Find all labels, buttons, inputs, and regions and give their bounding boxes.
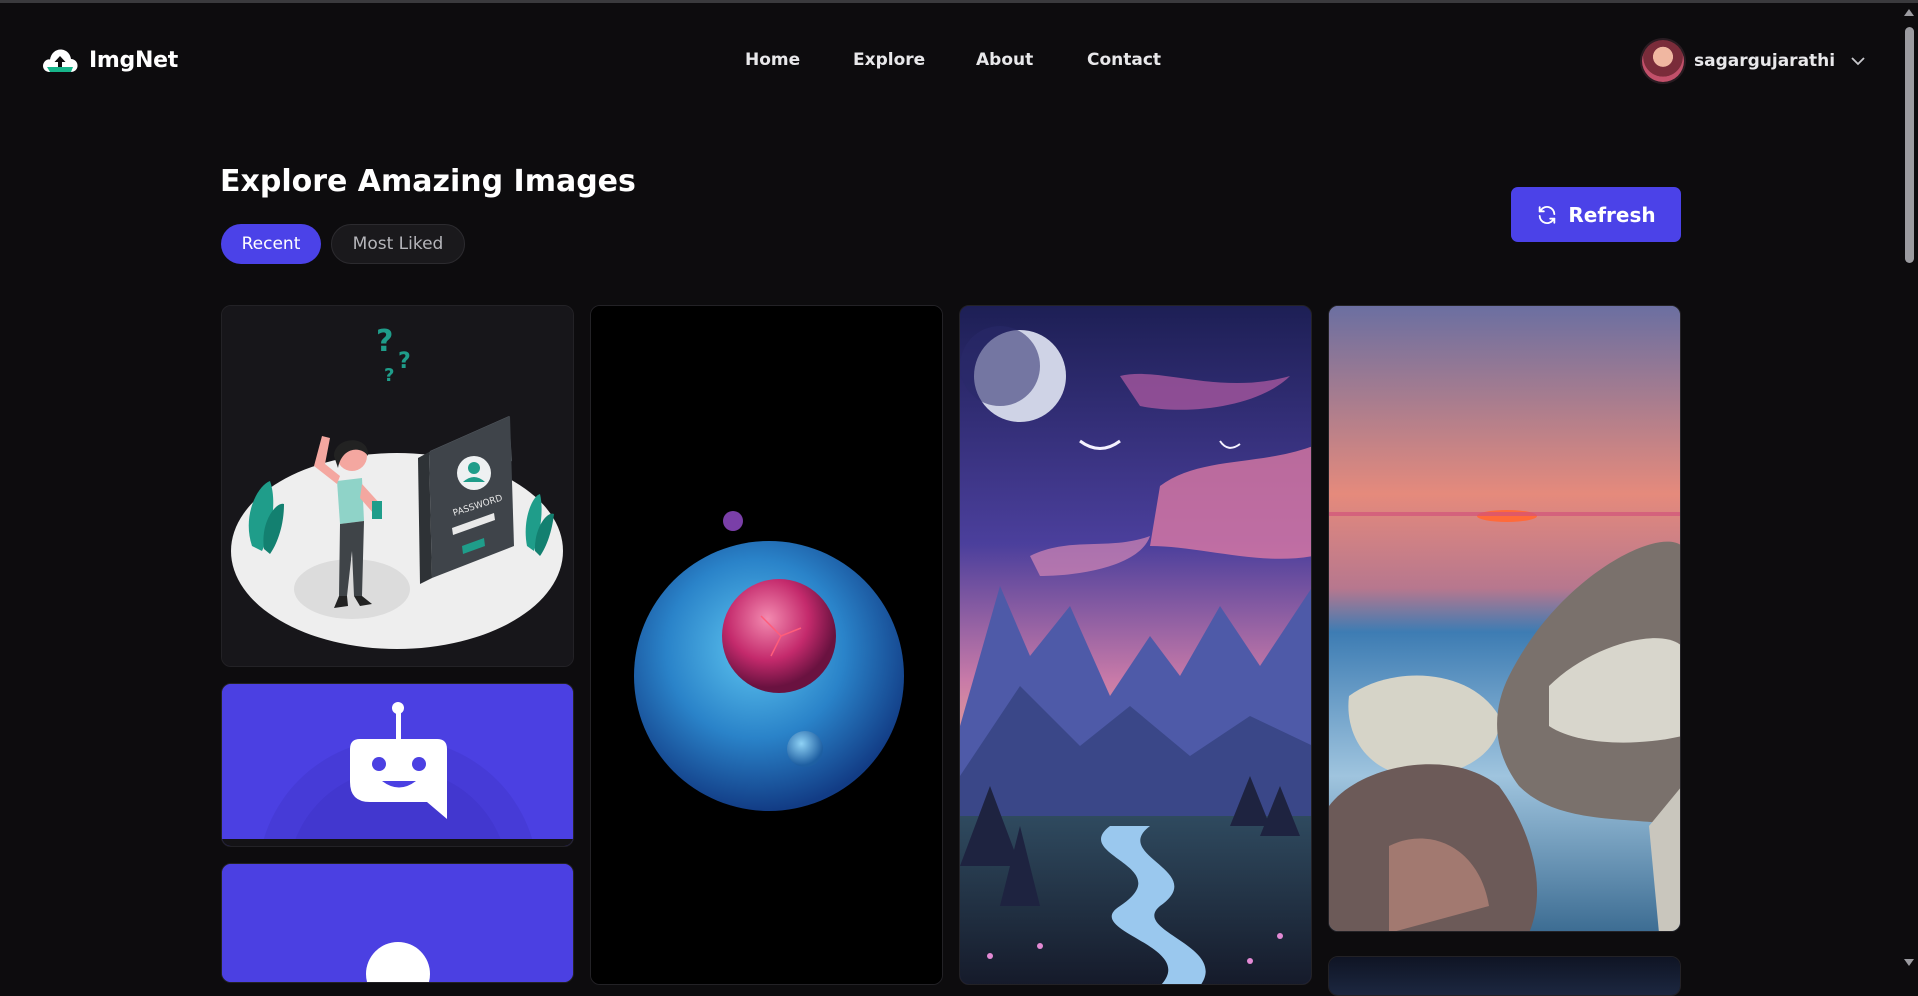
password-illustration-image: PASSWORD ? ? ? <box>222 306 573 666</box>
nav-about[interactable]: About <box>976 50 1033 70</box>
gallery-card[interactable] <box>221 683 574 847</box>
cloud-upload-icon <box>43 49 78 72</box>
page-scrollbar[interactable] <box>1900 3 1918 972</box>
planet-art-image <box>591 306 942 984</box>
refresh-button[interactable]: Refresh <box>1511 187 1681 242</box>
refresh-icon <box>1539 205 1556 224</box>
gallery-card[interactable] <box>1328 305 1681 932</box>
svg-text:?: ? <box>384 365 394 386</box>
scroll-down-icon[interactable] <box>1904 959 1914 966</box>
username: sagargujarathi <box>1694 51 1836 71</box>
scroll-thumb[interactable] <box>1905 27 1914 263</box>
svg-text:?: ? <box>376 324 393 359</box>
nav-explore[interactable]: Explore <box>853 50 925 70</box>
nav-contact[interactable]: Contact <box>1087 50 1161 70</box>
gallery-card[interactable] <box>959 305 1312 985</box>
user-menu[interactable]: sagargujarathi <box>1642 40 1867 82</box>
nav-home[interactable]: Home <box>745 50 800 70</box>
refresh-label: Refresh <box>1568 202 1656 227</box>
gallery-card[interactable] <box>221 863 574 983</box>
window-top-border <box>0 0 1918 3</box>
sunset-rocks-image <box>1329 306 1680 931</box>
app-logo[interactable]: ImgNet <box>41 46 178 74</box>
svg-text:?: ? <box>398 349 411 374</box>
robot-chat-image <box>222 684 573 846</box>
tab-most-liked[interactable]: Most Liked <box>331 224 465 264</box>
avatar <box>1642 40 1684 82</box>
page-title: Explore Amazing Images <box>220 164 636 199</box>
night-landscape-image <box>960 306 1311 984</box>
gallery-card[interactable] <box>1328 956 1681 996</box>
gallery-card[interactable]: PASSWORD ? ? ? <box>221 305 574 667</box>
scroll-up-icon[interactable] <box>1904 9 1914 16</box>
app-name: ImgNet <box>89 47 178 73</box>
purple-avatar-image <box>222 864 573 982</box>
gallery-card[interactable] <box>590 305 943 985</box>
tab-recent[interactable]: Recent <box>221 224 321 264</box>
dark-image <box>1329 957 1680 995</box>
chevron-down-icon <box>1851 57 1865 66</box>
